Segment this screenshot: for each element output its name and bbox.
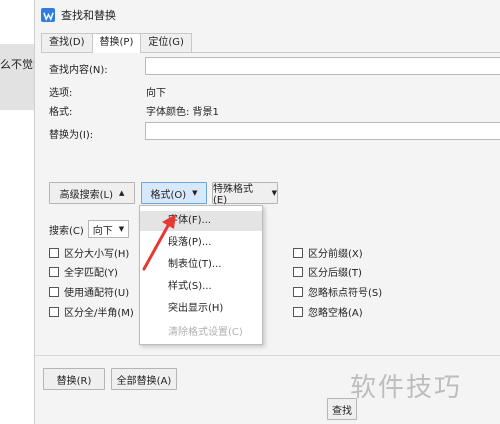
find-next-button-label: 查找 — [332, 405, 352, 417]
search-direction-select[interactable]: 向下 ▼ — [87, 220, 130, 238]
replace-button-label: 替换(R) — [56, 375, 92, 387]
checkbox-box[interactable] — [49, 306, 59, 317]
menu-item-style[interactable]: 样式(S)... — [140, 277, 262, 297]
checkbox-box[interactable] — [49, 266, 59, 277]
replace-with-label: 替换为(I): — [49, 130, 94, 141]
menu-item-clear-formatting: 清除格式设置(C) — [168, 327, 243, 338]
checkbox-label: 区分后缀(T) — [308, 268, 362, 279]
advanced-search-label: 高级搜索(L) — [59, 189, 113, 201]
checkbox-label: 区分前缀(X) — [308, 249, 363, 260]
checkbox-box[interactable] — [293, 247, 303, 258]
search-direction-label: 搜索(C) — [49, 225, 84, 237]
search-direction-value: 向下 — [92, 225, 113, 237]
checkbox-ignore-spaces[interactable]: 忽略空格(A) — [293, 304, 363, 319]
menu-item-highlight[interactable]: 突出显示(H) — [140, 299, 262, 319]
checkbox-label: 使用通配符(U) — [64, 288, 130, 299]
format-button-label: 格式(O) — [150, 189, 187, 201]
find-content-input[interactable] — [145, 57, 500, 75]
format-button[interactable]: 格式(O) ▼ — [141, 182, 207, 204]
annotation-arrow-icon — [142, 214, 176, 271]
replace-with-input[interactable] — [145, 122, 500, 140]
dialog-title: 查找和替换 — [61, 9, 116, 22]
replace-all-button-label: 全部替换(A) — [116, 375, 172, 387]
special-format-button[interactable]: 特殊格式(E) ▼ — [212, 182, 278, 206]
checkbox-match-prefix[interactable]: 区分前缀(X) — [293, 245, 363, 260]
checkbox-label: 区分全/半角(M) — [64, 308, 134, 319]
checkbox-full-half-width[interactable]: 区分全/半角(M) — [49, 304, 134, 319]
chevron-down-icon: ▼ — [271, 189, 277, 197]
checkbox-label: 忽略标点符号(S) — [308, 288, 383, 299]
chevron-up-icon: ▲ — [118, 189, 125, 197]
checkbox-match-case[interactable]: 区分大小写(H) — [49, 245, 129, 260]
find-content-label: 查找内容(N): — [49, 65, 108, 76]
format-value: 字体颜色: 背景1 — [146, 107, 219, 118]
checkbox-wildcards[interactable]: 使用通配符(U) — [49, 284, 129, 299]
advanced-search-button[interactable]: 高级搜索(L) ▲ — [49, 182, 135, 204]
wps-app-icon — [41, 8, 55, 22]
chevron-down-icon: ▼ — [192, 189, 198, 197]
tab-replace[interactable]: 替换(P) — [91, 33, 142, 53]
checkbox-whole-word[interactable]: 全字匹配(Y) — [49, 264, 118, 279]
checkbox-box[interactable] — [49, 247, 59, 258]
tab-goto[interactable]: 定位(G) — [140, 33, 192, 52]
tab-find[interactable]: 查找(D) — [41, 33, 93, 52]
checkbox-box[interactable] — [49, 286, 59, 297]
watermark-text: 软件技巧 — [350, 373, 463, 403]
checkbox-ignore-punctuation[interactable]: 忽略标点符号(S) — [293, 284, 382, 299]
format-label: 格式: — [49, 107, 73, 118]
bottom-divider — [35, 355, 500, 356]
dialog-tabs: 查找(D) 替换(P) 定位(G) — [41, 33, 192, 53]
checkbox-box[interactable] — [293, 306, 303, 317]
replace-all-button[interactable]: 全部替换(A) — [111, 368, 177, 390]
options-label: 选项: — [49, 88, 73, 99]
search-direction-row: 搜索(C) 向下 ▼ — [49, 220, 130, 238]
checkbox-match-suffix[interactable]: 区分后缀(T) — [293, 264, 362, 279]
replace-button[interactable]: 替换(R) — [43, 368, 105, 390]
options-value: 向下 — [146, 88, 166, 99]
chevron-down-icon: ▼ — [118, 225, 125, 233]
find-replace-dialog: 查找和替换 查找(D) 替换(P) 定位(G) 查找内容(N): 选项: 向下 … — [34, 0, 500, 424]
checkbox-label: 全字匹配(Y) — [64, 268, 118, 279]
dialog-titlebar: 查找和替换 — [35, 0, 500, 30]
checkbox-label: 忽略空格(A) — [308, 308, 363, 319]
checkbox-label: 区分大小写(H) — [64, 249, 130, 260]
checkbox-box[interactable] — [293, 266, 303, 277]
checkbox-box[interactable] — [293, 286, 303, 297]
special-format-label: 特殊格式(E) — [213, 184, 253, 206]
